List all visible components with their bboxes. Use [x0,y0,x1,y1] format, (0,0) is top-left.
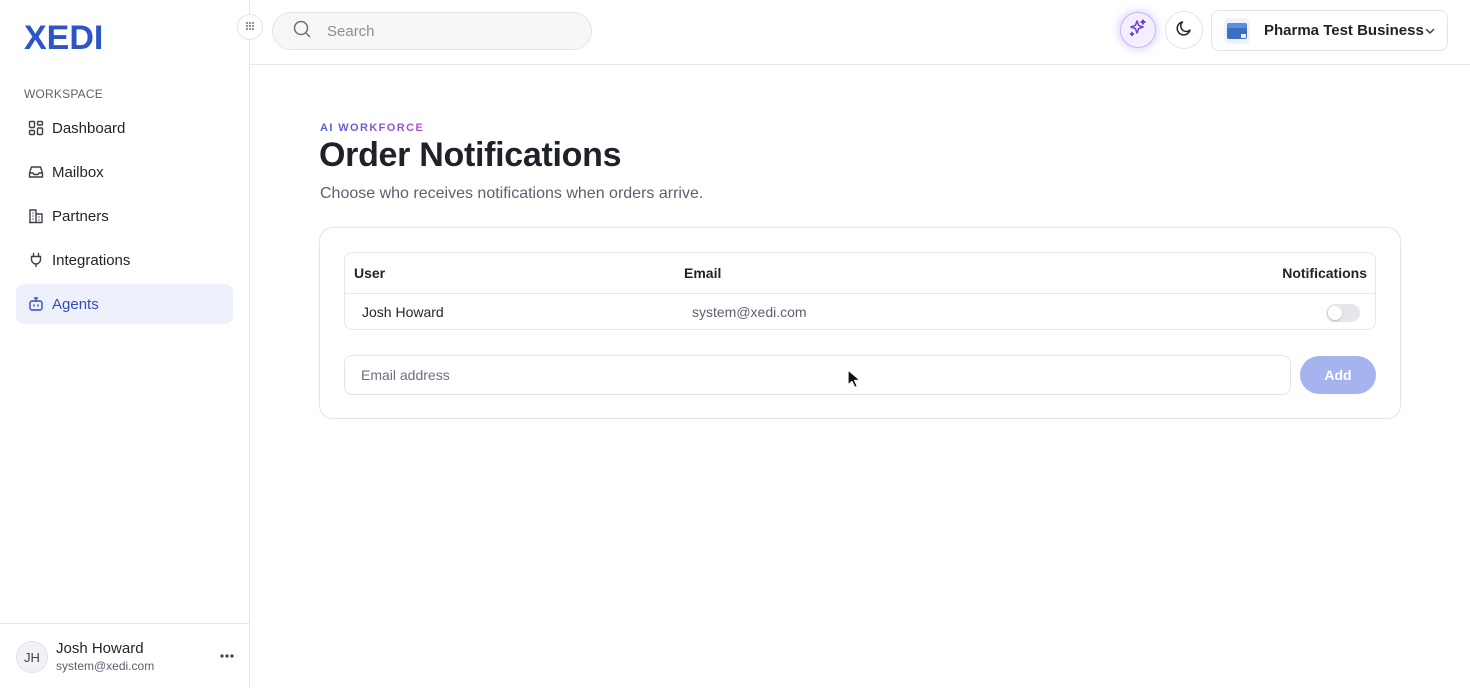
sidebar-item-dashboard[interactable]: Dashboard [16,108,233,148]
page-title: Order Notifications [319,136,622,174]
workspace-section-label: WORKSPACE [24,87,103,101]
sidebar-item-integrations[interactable]: Integrations [16,240,233,280]
user-menu-button[interactable] [216,646,238,662]
notifications-toggle[interactable] [1326,304,1360,322]
user-name: Josh Howard [56,640,144,657]
business-selector[interactable]: Pharma Test Business [1211,10,1448,51]
building-icon [28,208,44,224]
sidebar-item-label: Agents [52,295,99,313]
search-bar[interactable] [272,12,592,50]
grip-icon [245,18,255,36]
toggle-knob [1328,306,1342,320]
sparkles-icon [1128,18,1148,43]
avatar[interactable]: JH [16,641,48,673]
inbox-icon [28,164,44,180]
sidebar-item-label: Dashboard [52,119,126,137]
logo-text: XEDI [24,19,103,53]
search-icon [293,20,311,43]
sidebar-item-label: Integrations [52,251,131,269]
column-header-email: Email [684,265,722,281]
page-eyebrow: AI WORKFORCE [320,122,425,134]
business-logo-icon [1224,17,1250,44]
xedi-logo[interactable]: XEDI [24,19,112,53]
dashboard-icon [28,120,44,136]
sidebar-nav: Dashboard Mailbox Partners Integrations [16,108,233,328]
sidebar-item-label: Partners [52,207,109,225]
notifications-card: User Email Notifications Josh Howard sys… [319,227,1401,419]
user-email: system@xedi.com [56,659,155,673]
business-name: Pharma Test Business [1264,22,1424,39]
sidebar-item-partners[interactable]: Partners [16,196,233,236]
sidebar-user-footer: JH Josh Howard system@xedi.com [0,623,250,688]
sidebar-item-label: Mailbox [52,163,104,181]
sidebar-item-agents[interactable]: Agents [16,284,233,324]
chevron-down-icon [1423,24,1437,43]
sidebar: XEDI WORKSPACE Dashboard Mailbox Partner… [0,0,250,688]
table-row: Josh Howard system@xedi.com [345,294,1375,329]
bot-icon [28,296,44,312]
plug-icon [28,252,44,268]
sidebar-item-mailbox[interactable]: Mailbox [16,152,233,192]
more-horizontal-icon [220,645,234,663]
theme-toggle-button[interactable] [1165,11,1203,49]
column-header-user: User [354,265,386,281]
row-user-name: Josh Howard [362,304,444,320]
search-input[interactable] [327,22,567,40]
recipients-table: User Email Notifications Josh Howard sys… [344,252,1376,330]
email-address-input[interactable] [344,355,1291,395]
page-subtitle: Choose who receives notifications when o… [320,185,704,202]
row-user-email: system@xedi.com [692,304,807,320]
ai-assistant-button[interactable] [1120,12,1156,48]
moon-icon [1175,19,1193,42]
topbar: Pharma Test Business [250,0,1470,65]
app-root: XEDI WORKSPACE Dashboard Mailbox Partner… [0,0,1470,688]
add-button[interactable]: Add [1300,356,1376,394]
column-header-notifications: Notifications [1282,265,1367,281]
sidebar-collapse-button[interactable] [237,14,263,40]
table-header: User Email Notifications [345,253,1375,294]
